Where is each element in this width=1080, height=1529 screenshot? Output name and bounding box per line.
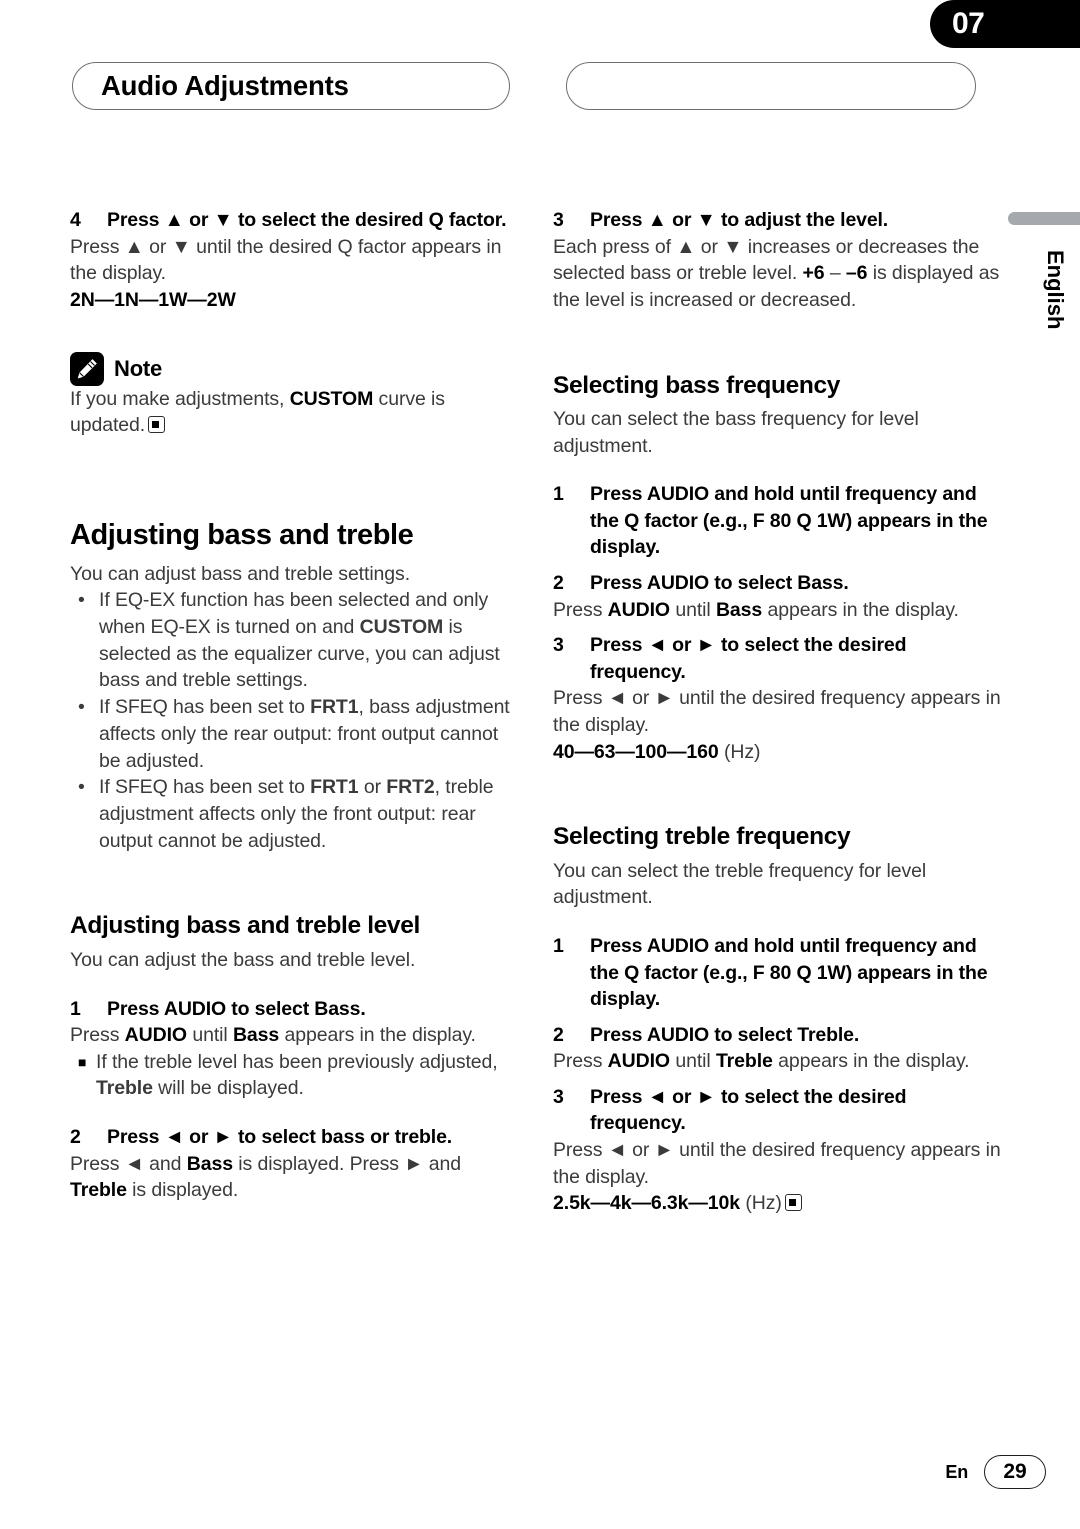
treble-freq-step-3-body: Press ◄ or ► until the desired frequency… [553, 1138, 1001, 1188]
step-number: 3 [553, 1085, 564, 1108]
bullet-text: If EQ-EX function has been selected and … [99, 589, 500, 692]
section-badge: Section 07 [930, 0, 1080, 48]
treble-frequency-intro: You can select the treble frequency for … [553, 859, 927, 909]
step-heading: Press ▲ or ▼ to select the desired Q fac… [107, 209, 507, 231]
bullet-dot-icon: • [78, 776, 85, 799]
heading-selecting-bass-frequency: Selecting bass frequency [553, 371, 841, 399]
note-text: If you make adjustments, CUSTOM curve is… [70, 386, 522, 439]
bass-frequency-values: 40—63—100—160 (Hz) [553, 739, 1005, 766]
sub-bullet-text: If the treble level has been previously … [96, 1050, 498, 1100]
square-bullet-icon: ■ [78, 1053, 87, 1070]
page-number: 29 [984, 1455, 1046, 1489]
bullet-dot-icon: • [78, 696, 85, 719]
step-number: 1 [70, 997, 81, 1020]
step-heading: Press AUDIO and hold until frequency and… [590, 483, 988, 559]
page-title: Audio Adjustments [101, 70, 349, 101]
list-item: • If EQ-EX function has been selected an… [70, 587, 522, 694]
section-number: 07 [952, 7, 985, 40]
heading-adjusting-bass-and-treble: Adjusting bass and treble [70, 519, 414, 552]
step-heading: Press ◄ or ► to select the desired frequ… [590, 634, 907, 683]
step-number: 4 [70, 209, 81, 231]
treble-frequency-list: 2.5k—4k—6.3k—10k [553, 1192, 741, 1215]
step-heading: Press AUDIO and hold until frequency and… [590, 935, 988, 1011]
adjusting-bass-treble-bullets: • If EQ-EX function has been selected an… [70, 587, 522, 854]
treble-freq-step-3: 3 Press ◄ or ► to select the desired fre… [553, 1084, 1005, 1137]
step-heading: Press ◄ or ► to select the desired frequ… [590, 1085, 907, 1135]
header-blank-pill [566, 62, 976, 110]
note-text-before: If you make adjustments, [70, 387, 290, 410]
footer-language-code: En [945, 1461, 968, 1482]
page-footer: En 29 [945, 1455, 1046, 1489]
language-tab-label: English [1043, 250, 1068, 330]
bass-frequency-intro: You can select the bass frequency for le… [553, 408, 919, 457]
bullet-text: If SFEQ has been set to FRT1 or FRT2, tr… [99, 776, 494, 852]
adjusting-level-intro: You can adjust the bass and treble level… [70, 948, 416, 971]
q-factor-values: 2N—1N—1W—2W [70, 288, 236, 311]
end-of-topic-icon [784, 1194, 802, 1212]
bass-freq-step-2-body: Press AUDIO until Bass appears in the di… [553, 598, 959, 621]
list-item: ■ If the treble level has been previousl… [70, 1049, 522, 1102]
bass-frequency-unit: (Hz) [718, 740, 761, 763]
step-number: 1 [553, 483, 564, 506]
step-heading: Press ◄ or ► to select bass or treble. [107, 1126, 453, 1149]
treble-freq-step-1: 1 Press AUDIO and hold until frequency a… [553, 933, 1005, 1013]
bass-freq-step-2: 2 Press AUDIO to select Bass. [553, 570, 1005, 597]
bullet-text: If SFEQ has been set to FRT1, bass adjus… [99, 696, 510, 772]
bass-freq-step-1: 1 Press AUDIO and hold until frequency a… [553, 481, 1005, 561]
bass-frequency-list: 40—63—100—160 [553, 740, 719, 763]
right-column: 3 Press ▲ or ▼ to adjust the level. Each… [553, 207, 1005, 1217]
heading-selecting-treble-frequency: Selecting treble frequency [553, 823, 851, 851]
step-number: 2 [553, 571, 564, 594]
treble-frequency-values: 2.5k—4k—6.3k—10k (Hz) [553, 1190, 1005, 1217]
page-header: Audio Adjustments [72, 62, 1080, 114]
step-number: 3 [553, 209, 564, 231]
bass-freq-step-3-body: Press ◄ or ► until the desired frequency… [553, 687, 1001, 736]
level-step-2-body: Press ◄ and Bass is displayed. Press ► a… [70, 1152, 462, 1202]
manual-page: Audio Adjustments Section 07 English 4 P… [0, 0, 1080, 1529]
right-step-3: 3 Press ▲ or ▼ to adjust the level. [553, 207, 1005, 234]
step-heading: Press AUDIO to select Bass. [107, 997, 366, 1020]
level-step-1-body: Press AUDIO until Bass appears in the di… [70, 1024, 476, 1047]
treble-freq-step-2-body: Press AUDIO until Treble appears in the … [553, 1050, 970, 1073]
pencil-icon [70, 351, 104, 386]
right-step-3-body: Each press of ▲ or ▼ increases or decrea… [553, 235, 1000, 311]
chapter-title-pill: Audio Adjustments [72, 62, 510, 110]
end-of-topic-icon [148, 416, 166, 434]
left-column: 4 Press ▲ or ▼ to select the desired Q f… [70, 207, 522, 1204]
heading-adjusting-bass-and-treble-level: Adjusting bass and treble level [70, 912, 420, 940]
step-heading: Press AUDIO to select Bass. [590, 571, 849, 594]
bullet-dot-icon: • [78, 589, 85, 612]
treble-frequency-unit: (Hz) [740, 1192, 782, 1215]
step-number: 1 [553, 935, 564, 958]
adjusting-bass-treble-intro: You can adjust bass and treble settings. [70, 562, 411, 585]
bass-freq-step-3: 3 Press ◄ or ► to select the desired fre… [553, 632, 1005, 685]
step-number: 3 [553, 634, 564, 657]
note-title: Note [114, 355, 163, 381]
step-heading: Press AUDIO to select Treble. [590, 1023, 860, 1046]
language-tab-bar [1008, 212, 1080, 225]
step-number: 2 [553, 1023, 564, 1046]
list-item: • If SFEQ has been set to FRT1 or FRT2, … [70, 774, 522, 854]
level-step-1: 1 Press AUDIO to select Bass. [70, 996, 522, 1023]
note-header: Note [70, 351, 522, 386]
level-step-2: 2 Press ◄ or ► to select bass or treble. [70, 1124, 522, 1151]
step-4-body: Press ▲ or ▼ until the desired Q factor … [70, 235, 502, 285]
note-text-bold: CUSTOM [289, 387, 374, 410]
list-item: • If SFEQ has been set to FRT1, bass adj… [70, 694, 522, 774]
step-4: 4 Press ▲ or ▼ to select the desired Q f… [70, 207, 522, 234]
treble-freq-step-2: 2 Press AUDIO to select Treble. [553, 1022, 1005, 1049]
step-number: 2 [70, 1126, 81, 1149]
step-heading: Press ▲ or ▼ to adjust the level. [590, 209, 889, 231]
